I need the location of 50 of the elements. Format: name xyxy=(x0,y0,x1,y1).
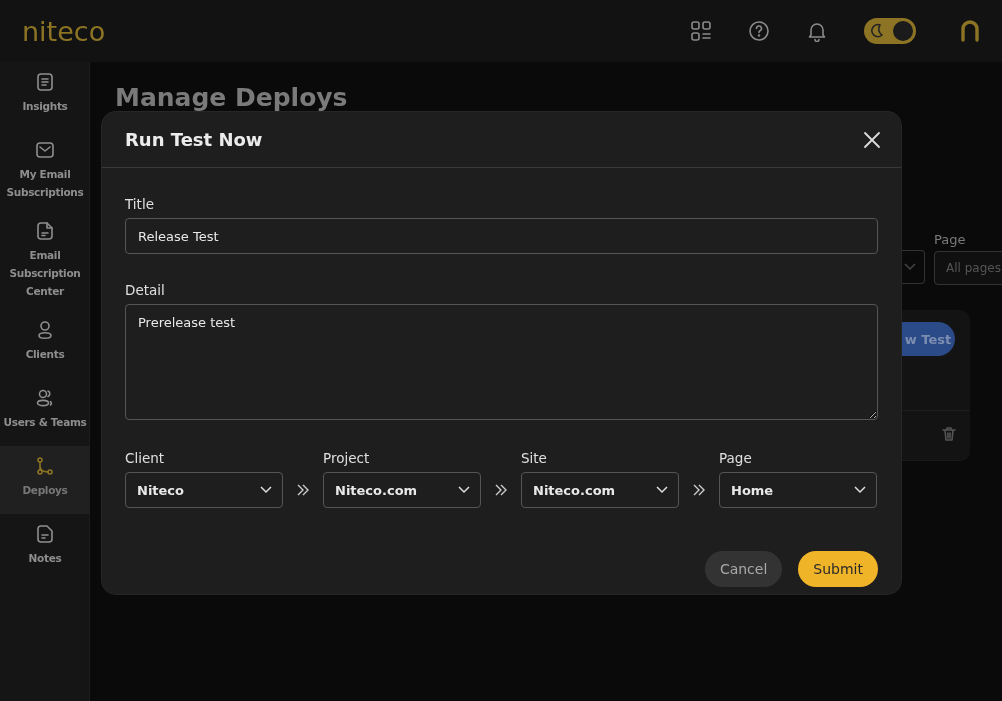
file-icon xyxy=(35,221,55,241)
page-title: Manage Deploys xyxy=(115,82,348,114)
chevron-down-icon xyxy=(260,486,272,494)
nav-item[interactable]: Deploys xyxy=(0,446,90,514)
double-chevron-icon xyxy=(495,484,507,496)
dialog-title: Run Test Now xyxy=(125,129,263,150)
envelope-icon xyxy=(35,140,55,160)
title-field[interactable]: Release Test xyxy=(125,218,878,254)
help-icon[interactable] xyxy=(748,20,770,42)
branch-icon xyxy=(35,456,55,476)
detail-field[interactable]: Prerelease test xyxy=(125,304,878,420)
trash-icon[interactable] xyxy=(941,426,957,442)
chevron-down-icon xyxy=(854,486,866,494)
field-label: Title xyxy=(125,196,154,212)
field-label: Site xyxy=(521,450,547,466)
nav-item[interactable]: Insights xyxy=(0,62,90,130)
nav-item[interactable]: Clients xyxy=(0,310,90,378)
document-icon xyxy=(35,72,55,92)
double-chevron-icon xyxy=(693,484,705,496)
field-label: Detail xyxy=(125,282,165,298)
select-field[interactable]: Home xyxy=(719,472,877,508)
avatar-icon[interactable] xyxy=(960,20,980,42)
field-label: Page xyxy=(934,232,967,247)
theme-toggle[interactable] xyxy=(864,18,916,44)
select-field[interactable]: Niteco xyxy=(125,472,283,508)
close-button[interactable] xyxy=(863,130,881,149)
chevron-down-icon xyxy=(458,486,470,494)
cancel-button[interactable]: Cancel xyxy=(704,551,783,587)
nav-item[interactable]: Users & Teams xyxy=(0,378,90,446)
close-icon xyxy=(863,130,881,149)
grid-icon[interactable] xyxy=(690,20,712,42)
moon-icon xyxy=(870,23,884,39)
field-label: Page xyxy=(719,450,752,466)
select-field[interactable]: Niteco.com xyxy=(323,472,481,508)
chevron-down-icon xyxy=(904,263,916,271)
nav-item[interactable]: Notes xyxy=(0,514,90,582)
nav-item[interactable]: My Email Subscriptions xyxy=(0,130,90,211)
double-chevron-icon xyxy=(297,484,309,496)
user-icon xyxy=(35,320,55,340)
note-icon xyxy=(35,524,55,544)
logo: niteco xyxy=(22,15,107,47)
page-select[interactable]: All pages xyxy=(934,251,1002,285)
bell-icon[interactable] xyxy=(806,20,828,42)
submit-button[interactable]: Submit xyxy=(798,551,878,587)
chevron-down-icon xyxy=(656,486,668,494)
users-icon xyxy=(35,388,55,408)
nav-item[interactable]: Email Subscription Center xyxy=(0,211,90,310)
field-label: Project xyxy=(323,450,370,466)
field-label: Client xyxy=(125,450,165,466)
select-field[interactable]: Niteco.com xyxy=(521,472,679,508)
